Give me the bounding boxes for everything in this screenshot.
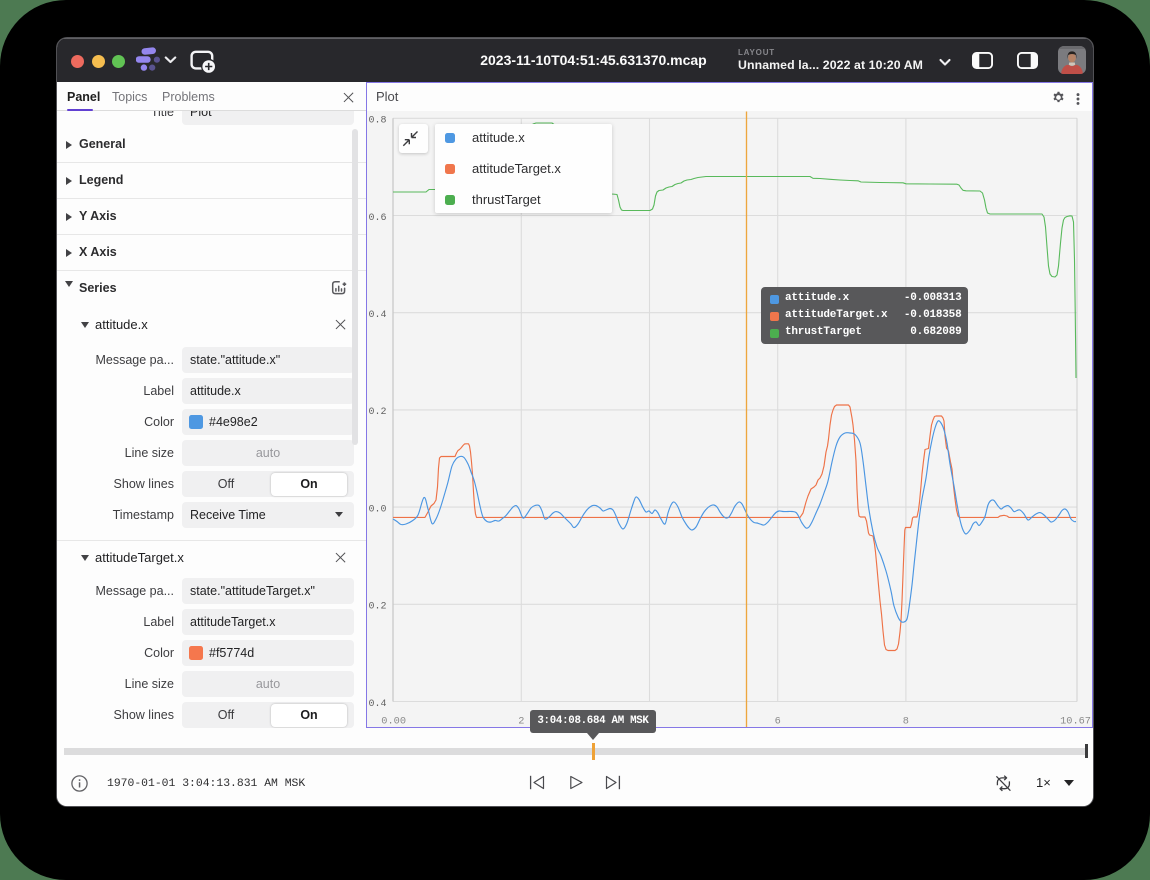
svg-text:0.0: 0.0 <box>368 504 386 515</box>
svg-text:0.6: 0.6 <box>368 213 386 224</box>
svg-text:-0.2: -0.2 <box>366 602 387 613</box>
svg-text:-0.4: -0.4 <box>366 699 387 710</box>
svg-text:0.2: 0.2 <box>368 407 386 418</box>
svg-text:8: 8 <box>903 716 909 728</box>
svg-text:10.67: 10.67 <box>1060 716 1091 728</box>
svg-text:0.4: 0.4 <box>368 310 386 321</box>
svg-text:0.8: 0.8 <box>368 116 386 127</box>
svg-text:6: 6 <box>775 716 781 728</box>
svg-text:0.00: 0.00 <box>381 716 406 728</box>
svg-text:2: 2 <box>518 716 524 728</box>
